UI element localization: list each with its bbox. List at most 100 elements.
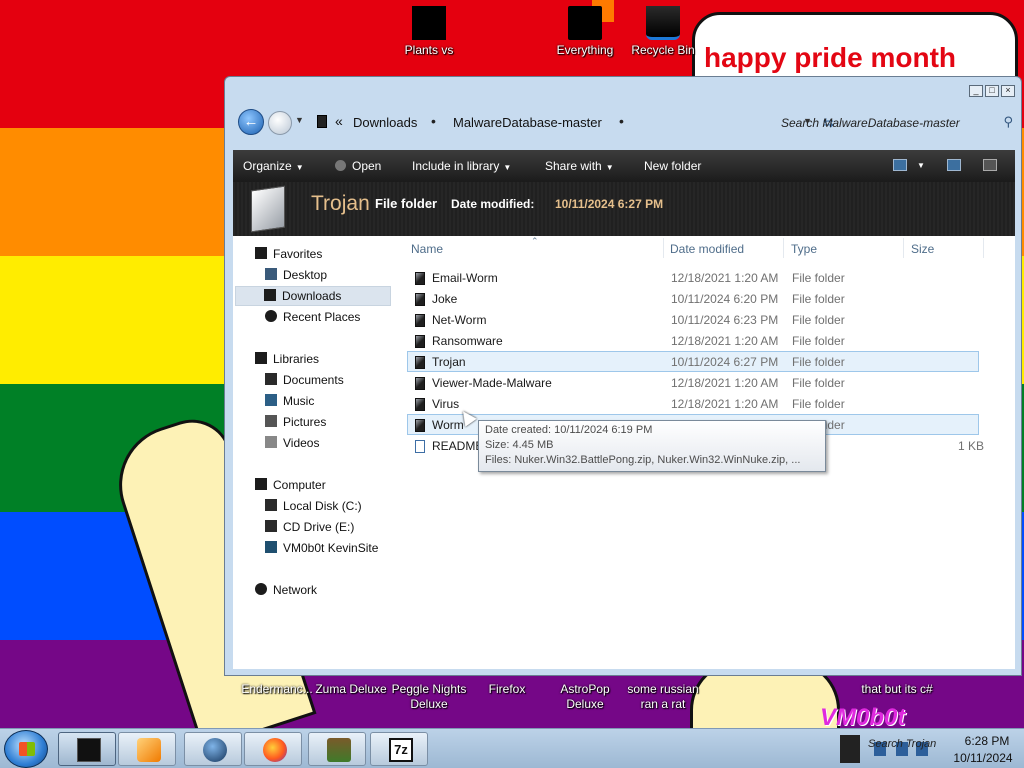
table-row[interactable]: Viewer-Made-Malware 12/18/2021 1:20 AM F… bbox=[407, 372, 979, 393]
desktop-icon-firefox[interactable]: Firefox bbox=[462, 682, 552, 697]
nav-network[interactable]: Network bbox=[255, 581, 317, 601]
start-button[interactable] bbox=[4, 730, 48, 768]
close-button[interactable]: × bbox=[1001, 85, 1015, 97]
help-icon[interactable] bbox=[983, 159, 997, 171]
table-row[interactable]: Joke 10/11/2024 6:20 PM File folder bbox=[407, 288, 979, 309]
nav-libraries[interactable]: Libraries bbox=[255, 350, 319, 370]
search-box[interactable]: Search MalwareDatabase-master ⚲ bbox=[779, 109, 1017, 135]
file-name: Viewer-Made-Malware bbox=[432, 376, 552, 390]
star-icon bbox=[255, 247, 267, 259]
address-bar[interactable]: « Downloads • MalwareDatabase-master • ▼… bbox=[311, 109, 834, 135]
hard-drive-icon bbox=[265, 499, 277, 511]
breadcrumb-downloads[interactable]: Downloads bbox=[353, 115, 417, 130]
desktop-icon-label: that but its c# bbox=[861, 682, 933, 696]
table-row[interactable]: Email-Worm 12/18/2021 1:20 AM File folde… bbox=[407, 267, 979, 288]
nav-documents[interactable]: Documents bbox=[265, 371, 344, 391]
breadcrumb-malwaredatabase[interactable]: MalwareDatabase-master bbox=[453, 115, 602, 130]
desktop-icon-russian-rat[interactable]: some russian ran a rat bbox=[618, 682, 708, 712]
desktop-icon-recycle-bin[interactable]: Recycle Bin bbox=[618, 6, 708, 58]
text-file-icon bbox=[415, 440, 425, 453]
column-header-date-modified[interactable]: Date modified bbox=[670, 242, 744, 256]
desktop-icon-plants-vs[interactable]: Plants vs bbox=[384, 6, 474, 58]
taskbar-explorer[interactable] bbox=[58, 732, 116, 766]
nav-cd-drive[interactable]: CD Drive (E:) bbox=[265, 518, 354, 538]
desktop-icon-astropop[interactable]: AstroPop Deluxe bbox=[540, 682, 630, 712]
desktop-icon-peggle-nights[interactable]: Peggle Nights Deluxe bbox=[384, 682, 474, 712]
desktop-icon-label: AstroPop Deluxe bbox=[560, 682, 610, 711]
breadcrumb-separator[interactable]: • bbox=[619, 113, 624, 129]
open-icon bbox=[335, 160, 346, 171]
nav-label: Documents bbox=[283, 373, 344, 387]
documents-icon bbox=[265, 373, 277, 385]
clock-date[interactable]: 10/11/2024 bbox=[946, 751, 1020, 765]
nav-label: Recent Places bbox=[283, 310, 361, 324]
minimize-button[interactable]: _ bbox=[969, 85, 983, 97]
nav-videos[interactable]: Videos bbox=[265, 434, 319, 454]
column-divider[interactable] bbox=[903, 238, 904, 258]
file-date: 12/18/2021 1:20 AM bbox=[671, 376, 779, 390]
computer-icon bbox=[255, 478, 267, 490]
nav-local-disk[interactable]: Local Disk (C:) bbox=[265, 497, 362, 517]
taskbar-media-player[interactable] bbox=[118, 732, 176, 766]
new-folder-button[interactable]: New folder bbox=[644, 159, 701, 173]
desktop-icon-zuma-deluxe[interactable]: Zuma Deluxe bbox=[306, 682, 396, 697]
media-player-icon bbox=[137, 738, 161, 762]
file-name: Joke bbox=[432, 292, 458, 306]
desktop-icon-label: Peggle Nights Deluxe bbox=[391, 682, 467, 711]
table-row-selected[interactable]: Trojan 10/11/2024 6:27 PM File folder bbox=[407, 351, 979, 372]
nav-favorites[interactable]: Favorites bbox=[255, 245, 322, 265]
nav-label: Downloads bbox=[282, 289, 342, 303]
selected-item-name: Trojan bbox=[311, 192, 370, 215]
nav-music[interactable]: Music bbox=[265, 392, 314, 412]
column-header-size[interactable]: Size bbox=[911, 242, 934, 256]
back-arrow-icon: ← bbox=[243, 113, 259, 130]
breadcrumb-overflow[interactable]: « bbox=[335, 113, 343, 129]
nav-downloads[interactable]: Downloads bbox=[235, 286, 391, 306]
recent-pages-dropdown[interactable]: ▼ bbox=[295, 115, 304, 125]
open-label: Open bbox=[352, 159, 382, 173]
taskbar-globe[interactable] bbox=[184, 732, 242, 766]
breadcrumb-separator[interactable]: • bbox=[431, 113, 436, 129]
forward-button[interactable] bbox=[268, 111, 292, 135]
nav-pictures[interactable]: Pictures bbox=[265, 413, 326, 433]
organize-button[interactable]: Organize ▼ bbox=[243, 159, 304, 173]
share-with-button[interactable]: Share with ▼ bbox=[545, 159, 614, 173]
file-type: File folder bbox=[792, 376, 845, 390]
column-header-type[interactable]: Type bbox=[791, 242, 817, 256]
tray-app-icon[interactable] bbox=[840, 735, 860, 763]
table-row[interactable]: Net-Worm 10/11/2024 6:23 PM File folder bbox=[407, 309, 979, 330]
change-view-icon[interactable] bbox=[893, 159, 907, 171]
nav-computer[interactable]: Computer bbox=[255, 476, 326, 496]
desktop-icon-everything[interactable]: Everything bbox=[540, 6, 630, 58]
desktop-icon-csharp[interactable]: that but its c# bbox=[852, 682, 942, 697]
view-options-dropdown[interactable]: ▼ bbox=[917, 161, 925, 170]
back-button[interactable]: ← bbox=[238, 109, 264, 135]
banner-text: happy pride month bbox=[704, 42, 956, 73]
taskbar-game[interactable] bbox=[308, 732, 366, 766]
column-divider[interactable] bbox=[783, 238, 784, 258]
clock-time[interactable]: 6:28 PM bbox=[954, 734, 1020, 748]
selected-item-type: File folder bbox=[375, 196, 438, 211]
file-date: 10/11/2024 6:20 PM bbox=[671, 292, 779, 306]
maximize-button[interactable]: □ bbox=[985, 85, 999, 97]
search-icon[interactable]: ⚲ bbox=[1003, 114, 1013, 130]
recent-places-icon bbox=[265, 310, 277, 322]
column-divider[interactable] bbox=[983, 238, 984, 258]
nav-recent-places[interactable]: Recent Places bbox=[265, 308, 360, 328]
folder-icon bbox=[415, 314, 425, 327]
table-row[interactable]: Virus 12/18/2021 1:20 AM File folder bbox=[407, 393, 979, 414]
details-header: Trojan File folder Date modified: 10/11/… bbox=[233, 182, 1015, 236]
table-row[interactable]: Ransomware 12/18/2021 1:20 AM File folde… bbox=[407, 330, 979, 351]
nav-desktop[interactable]: Desktop bbox=[265, 266, 327, 286]
nav-label: Desktop bbox=[283, 268, 328, 282]
taskbar-7zip[interactable]: 7z bbox=[370, 732, 428, 766]
videos-icon bbox=[265, 436, 277, 448]
column-header-name[interactable]: Name bbox=[411, 242, 443, 256]
column-divider[interactable] bbox=[663, 238, 664, 258]
include-in-library-button[interactable]: Include in library ▼ bbox=[412, 159, 511, 173]
nav-vm-kevinsite[interactable]: VM0b0t KevinSite bbox=[265, 539, 378, 559]
taskbar-firefox[interactable] bbox=[244, 732, 302, 766]
open-button[interactable]: Open bbox=[335, 159, 381, 173]
file-size: 1 KB bbox=[958, 439, 985, 453]
preview-pane-icon[interactable] bbox=[947, 159, 961, 171]
